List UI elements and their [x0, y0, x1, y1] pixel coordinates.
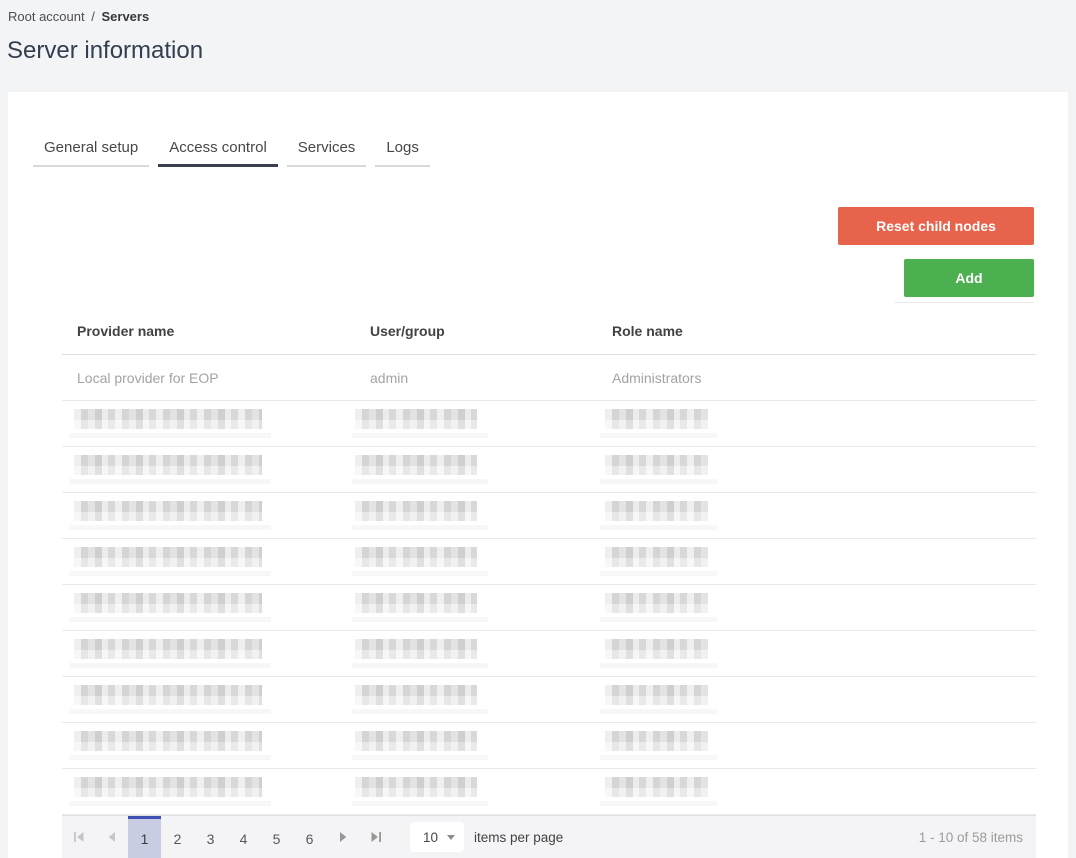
previous-page-icon	[106, 831, 118, 843]
table-row-redacted[interactable]	[62, 723, 1036, 769]
last-page-icon	[370, 831, 382, 843]
redacted-cell	[62, 631, 355, 676]
page-button-5[interactable]: 5	[260, 816, 293, 858]
breadcrumb-root-account[interactable]: Root account	[8, 9, 85, 24]
next-page-button[interactable]	[326, 816, 359, 858]
reset-child-nodes-button[interactable]: Reset child nodes	[838, 207, 1034, 245]
column-header-role-name[interactable]: Role name	[597, 323, 1036, 339]
redacted-cell	[352, 769, 597, 814]
column-header-user-group[interactable]: User/group	[355, 323, 597, 339]
tab-general-setup[interactable]: General setup	[33, 139, 150, 167]
table-row-redacted[interactable]	[62, 631, 1036, 677]
table-row-redacted[interactable]	[62, 493, 1036, 539]
page-size-value: 10	[423, 829, 439, 845]
column-header-provider-name[interactable]: Provider name	[62, 323, 355, 339]
redacted-cell	[597, 769, 1036, 814]
cell-role-name: Administrators	[612, 369, 702, 386]
redacted-cell	[352, 585, 597, 630]
table-row-redacted[interactable]	[62, 401, 1036, 447]
content-card: General setup Access control Services Lo…	[8, 92, 1068, 858]
tabstrip: General setup Access control Services Lo…	[33, 139, 430, 167]
access-control-grid: Provider name User/group Role name Local…	[62, 307, 1036, 815]
table-row-redacted[interactable]	[62, 769, 1036, 815]
redacted-cell	[62, 723, 355, 768]
page-button-6[interactable]: 6	[293, 816, 326, 858]
page-size-select[interactable]: 10	[410, 822, 464, 852]
redacted-cell	[597, 493, 1036, 538]
page-title: Server information	[7, 37, 204, 64]
first-page-icon	[73, 831, 85, 843]
redacted-cell	[597, 447, 1036, 492]
cell-provider-name: Local provider for EOP	[77, 369, 219, 386]
page-button-2[interactable]: 2	[161, 816, 194, 858]
redacted-cell	[597, 631, 1036, 676]
redacted-cell	[352, 401, 597, 446]
breadcrumb-separator: /	[91, 9, 95, 24]
items-per-page-label: items per page	[474, 829, 564, 845]
breadcrumb: Root account / Servers	[8, 9, 149, 24]
table-row[interactable]: Local provider for EOP admin Administrat…	[62, 355, 1036, 401]
pager-spacer	[563, 816, 918, 858]
table-row-redacted[interactable]	[62, 447, 1036, 493]
redacted-cell	[352, 723, 597, 768]
next-page-icon	[337, 831, 349, 843]
redacted-cell	[597, 585, 1036, 630]
pager-range-label: 1 - 10 of 58 items	[918, 829, 1023, 845]
redacted-cell	[597, 677, 1036, 722]
redacted-cell	[352, 447, 597, 492]
redacted-cell	[597, 401, 1036, 446]
redacted-cell	[62, 401, 355, 446]
redacted-cell	[62, 539, 355, 584]
redacted-cell	[352, 677, 597, 722]
table-row-redacted[interactable]	[62, 677, 1036, 723]
tab-logs[interactable]: Logs	[375, 139, 430, 167]
redacted-cell	[597, 539, 1036, 584]
pager: 1 2 3 4 5 6 10 items per page 1 - 10 of …	[62, 815, 1036, 858]
table-row-redacted[interactable]	[62, 585, 1036, 631]
tab-access-control[interactable]: Access control	[158, 139, 278, 167]
action-buttons: Reset child nodes Add	[838, 207, 1034, 303]
page-button-1[interactable]: 1	[128, 816, 161, 858]
table-row-redacted[interactable]	[62, 539, 1036, 585]
previous-page-button[interactable]	[95, 816, 128, 858]
tab-services[interactable]: Services	[286, 139, 367, 167]
redacted-cell	[62, 677, 355, 722]
redacted-cell	[352, 631, 597, 676]
page-button-4[interactable]: 4	[227, 816, 260, 858]
redacted-cell	[352, 539, 597, 584]
redacted-cell	[597, 723, 1036, 768]
caret-down-icon	[447, 834, 455, 840]
divider	[894, 302, 1034, 303]
redacted-cell	[352, 493, 597, 538]
breadcrumb-current-servers: Servers	[101, 9, 150, 24]
redacted-cell	[62, 493, 355, 538]
grid-header-row: Provider name User/group Role name	[62, 307, 1036, 355]
redacted-cell	[62, 769, 355, 814]
page-button-3[interactable]: 3	[194, 816, 227, 858]
redacted-cell	[62, 585, 355, 630]
last-page-button[interactable]	[359, 816, 392, 858]
redacted-cell	[62, 447, 355, 492]
cell-user-group: admin	[370, 369, 409, 386]
add-button[interactable]: Add	[904, 259, 1034, 297]
first-page-button[interactable]	[62, 816, 95, 858]
